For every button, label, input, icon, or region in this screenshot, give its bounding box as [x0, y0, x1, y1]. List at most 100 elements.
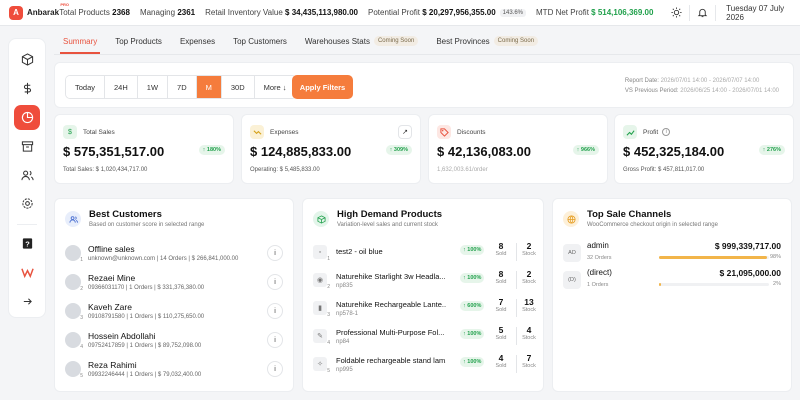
customer-row[interactable]: 3 Kaveh Zare 09108791580 | 1 Orders | $ …	[65, 299, 283, 323]
tag-icon	[437, 125, 451, 139]
users-icon[interactable]	[14, 162, 40, 188]
product-row[interactable]: ▮ 3 Naturehike Rechargeable Lante... np57…	[313, 295, 539, 321]
channel-value: $ 21,095,000.00	[719, 268, 781, 278]
customer-name: Hossein Abdollahi	[88, 331, 156, 341]
sidebar: ?	[8, 38, 46, 318]
kpi-total-sales: $ Total Sales $ 575,351,517.00 ↑ 180% To…	[54, 114, 234, 184]
pie-chart-icon[interactable]	[14, 104, 40, 131]
channel-orders: 1 Orders	[587, 282, 609, 288]
users-icon	[65, 211, 81, 227]
stock-count: 4 Stock	[522, 325, 536, 341]
info-icon[interactable]: i	[267, 245, 283, 261]
kpi-label: Discounts	[457, 128, 486, 136]
product-sku: np578-1	[336, 310, 359, 317]
range-1w[interactable]: 1W	[137, 76, 169, 98]
info-icon[interactable]: i	[267, 303, 283, 319]
tab-top-products[interactable]: Top Products	[106, 28, 171, 54]
product-row[interactable]: ✎ 4 Professional Multi-Purpose Fol... np8…	[313, 323, 539, 349]
tab-best-provinces[interactable]: Best Provinces Coming Soon	[427, 28, 547, 54]
apply-filters-button[interactable]: Apply Filters	[292, 75, 353, 99]
range-7d[interactable]: 7D	[168, 76, 197, 98]
panel-subtitle: Variation-level sales and current stock	[337, 222, 438, 228]
info-icon[interactable]: i	[267, 361, 283, 377]
help-icon[interactable]: ?	[14, 231, 40, 257]
report-date-label: Report Date:	[624, 78, 659, 84]
customer-name: Kaveh Zare	[88, 302, 132, 312]
kpi-label: Expenses	[270, 128, 299, 136]
tab-summary[interactable]: Summary	[54, 28, 106, 54]
growth-badge: ↑ 100%	[460, 357, 485, 367]
range-today[interactable]: Today	[66, 76, 106, 98]
product-row[interactable]: ◉ 2 Naturehike Starlight 3w Headla... np8…	[313, 267, 539, 293]
box-icon	[313, 211, 329, 227]
arrow-right-icon[interactable]	[14, 288, 40, 314]
range-30d[interactable]: 30D	[221, 76, 255, 98]
product-thumbnail: ▫ 1	[313, 245, 330, 262]
kpi-label: Profit	[643, 128, 659, 136]
stock-count: 7 Stock	[522, 353, 536, 369]
panel-title: Best Customers	[89, 209, 162, 220]
kpi-profit: Profit i $ 452,325,184.00 ↑ 276% Gross P…	[614, 114, 794, 184]
channel-orders: 32 Orders	[587, 255, 612, 261]
channel-row[interactable]: (D) (direct) $ 21,095,000.00 1 Orders 2%	[563, 268, 781, 296]
topbar-divider	[715, 4, 717, 21]
theme-toggle-icon[interactable]	[669, 5, 683, 21]
stock-count: 2 Stock	[522, 269, 536, 285]
kpi-subtext: Gross Profit: $ 457,811,017.00	[623, 167, 705, 173]
open-details-icon[interactable]: ↗	[398, 125, 412, 139]
channel-value: $ 999,339,717.00	[714, 241, 781, 251]
bell-icon[interactable]	[696, 5, 710, 21]
managing-stat: Managing 2361	[139, 8, 196, 17]
panel-title: Top Sale Channels	[587, 209, 672, 220]
customer-row[interactable]: 4 Hossein Abdollahi 09752417859 | 1 Orde…	[65, 328, 283, 352]
current-date: Tuesday 07 July 2026	[726, 3, 785, 22]
product-name: Professional Multi-Purpose Fol...	[336, 327, 445, 337]
column-divider	[516, 355, 517, 373]
growth-badge: ↑ 100%	[460, 329, 485, 339]
product-row[interactable]: ▫ 1 test2 - oil blue ↑ 100% 8 Sold 2 Stock	[313, 239, 539, 265]
svg-text:?: ?	[25, 239, 30, 248]
best-customers-panel: Best Customers Based on customer score i…	[54, 198, 294, 392]
channel-share-fill	[659, 256, 767, 259]
column-divider	[516, 327, 517, 345]
tab-expenses[interactable]: Expenses	[171, 28, 224, 54]
channel-row[interactable]: AD admin $ 999,339,717.00 32 Orders 98%	[563, 241, 781, 269]
gear-icon[interactable]	[14, 191, 40, 217]
customer-meta: 09366031170 | 1 Orders | $ 331,376,380.0…	[88, 285, 205, 291]
product-name: test2 - oil blue	[336, 246, 383, 256]
tab-warehouses-stats[interactable]: Warehouses Stats Coming Soon	[296, 28, 427, 54]
product-row[interactable]: ✧ 5 Foldable rechargeable stand lam... np…	[313, 351, 539, 377]
topbar-divider	[688, 4, 690, 21]
logo-mark: A	[9, 5, 23, 20]
info-icon[interactable]: i	[267, 332, 283, 348]
info-icon[interactable]: i	[662, 128, 671, 136]
channel-share-bar	[659, 283, 769, 286]
customer-row[interactable]: 1 Offline sales unknown@unknown.com | 14…	[65, 241, 283, 265]
pro-badge: PRO	[60, 2, 70, 7]
customer-name: Rezaei Mine	[88, 273, 136, 283]
tab-top-customers[interactable]: Top Customers	[224, 28, 296, 54]
dollar-icon[interactable]	[14, 76, 40, 102]
avatar: 3	[65, 303, 83, 321]
range-24h[interactable]: 24H	[105, 76, 138, 98]
avatar: 4	[65, 332, 83, 350]
sold-count: 4 Sold	[495, 353, 507, 369]
box-icon[interactable]	[14, 47, 40, 73]
info-icon[interactable]: i	[267, 274, 283, 290]
product-name: Naturehike Starlight 3w Headla...	[336, 271, 446, 281]
customer-row[interactable]: 5 Reza Rahimi 09932246444 | 1 Orders | $…	[65, 357, 283, 381]
channel-name: admin	[587, 241, 609, 250]
kpi-change-badge: ↑ 276%	[758, 145, 785, 155]
high-demand-products-panel: High Demand Products Variation-level sal…	[302, 198, 544, 392]
range-more-dropdown[interactable]: More ↓	[254, 76, 296, 98]
archive-icon[interactable]	[14, 133, 40, 159]
kpi-label: Total Sales	[83, 128, 115, 136]
range-month[interactable]: M	[196, 76, 222, 98]
product-name: Naturehike Rechargeable Lante...	[336, 299, 446, 309]
total-products-stat: Total Products 2368	[59, 8, 130, 17]
app-logo[interactable]: A Anbarak PRO	[0, 2, 69, 20]
previous-period-label: VS Previous Period:	[624, 88, 679, 94]
growth-badge: ↑ 100%	[460, 245, 485, 255]
brand-icon[interactable]	[14, 259, 40, 285]
customer-row[interactable]: 2 Rezaei Mine 09366031170 | 1 Orders | $…	[65, 270, 283, 294]
